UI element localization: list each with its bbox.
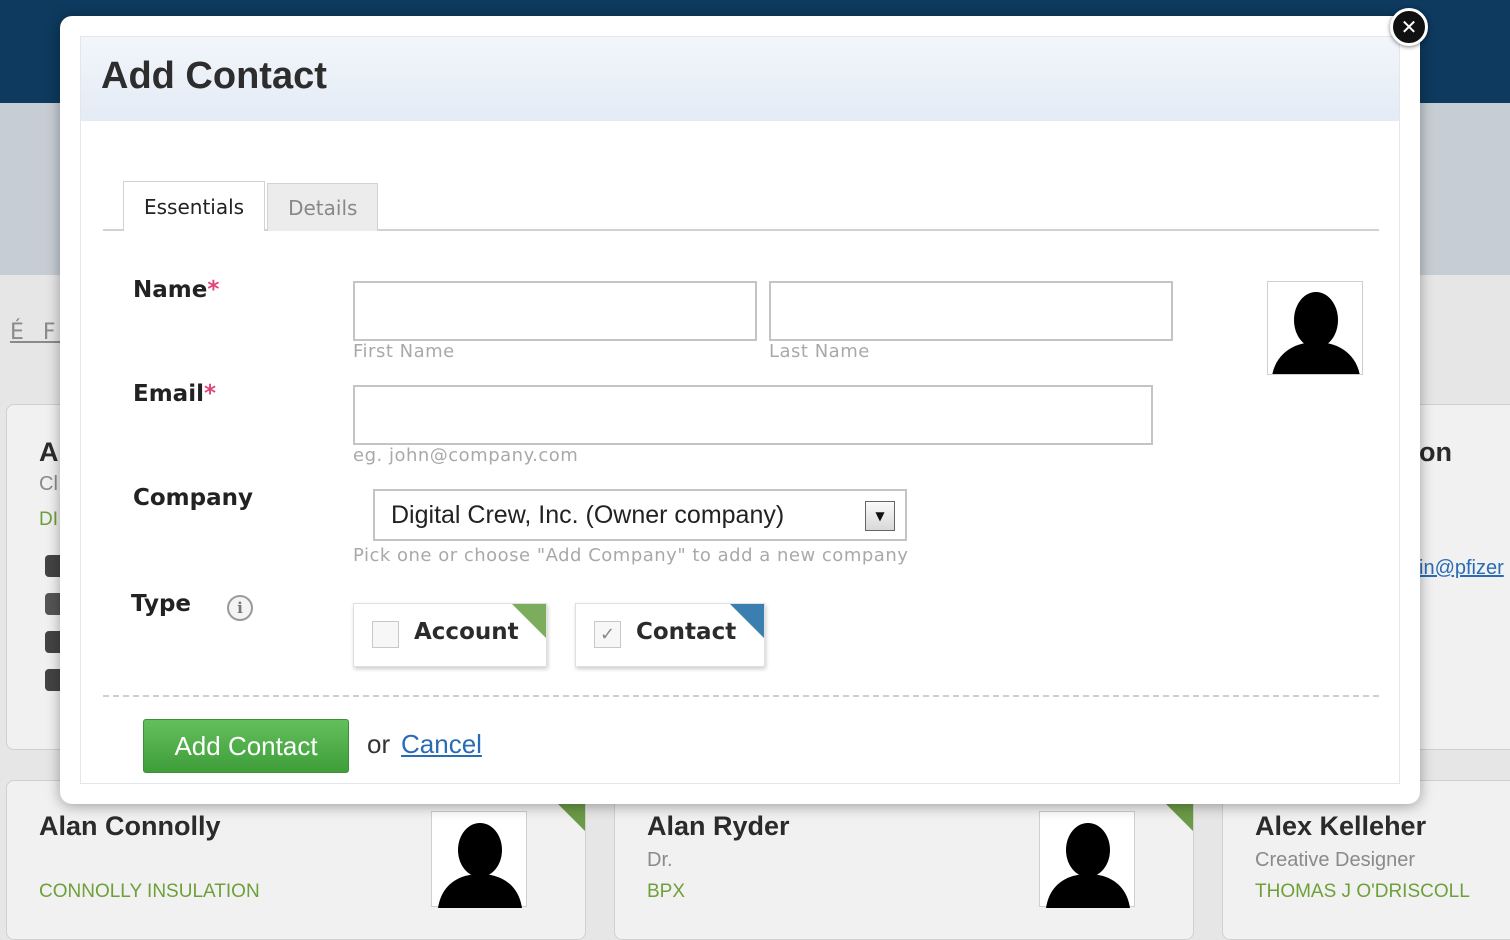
form-divider	[103, 695, 1379, 697]
email-hint: eg. john@company.com	[353, 445, 579, 466]
or-text: or	[367, 729, 391, 759]
contact-company: BPX	[647, 881, 686, 902]
modal-body: Add Contact Essentials Details Name* Fir…	[80, 36, 1400, 784]
account-checkbox[interactable]	[372, 621, 399, 648]
tab-bar: Essentials Details	[123, 181, 379, 231]
avatar	[1039, 811, 1135, 908]
avatar	[431, 811, 527, 908]
contact-photo[interactable]	[1267, 281, 1363, 375]
modal-header: Add Contact	[81, 37, 1399, 121]
account-label: Account	[414, 619, 519, 645]
contact-title: Cl	[39, 473, 58, 495]
company-label: Company	[133, 485, 253, 511]
first-name-hint: First Name	[353, 341, 455, 362]
contact-name: A	[39, 437, 59, 467]
tab-essentials[interactable]: Essentials	[123, 181, 266, 231]
required-marker: *	[207, 277, 220, 303]
contact-name: on	[1419, 437, 1452, 467]
contact-company: DI	[39, 509, 58, 530]
contact-card[interactable]: Alan Connolly CONNOLLY INSULATION	[6, 780, 586, 940]
info-icon[interactable]: i	[227, 595, 253, 621]
contact-title: Dr.	[647, 849, 673, 871]
first-name-input[interactable]	[353, 281, 757, 341]
add-contact-button[interactable]: Add Contact	[143, 719, 349, 773]
type-option-contact[interactable]: ✓ Contact	[575, 603, 765, 667]
close-icon[interactable]: ✕	[1390, 8, 1428, 46]
name-label: Name*	[133, 277, 219, 303]
contact-company: THOMAS J O'DRISCOLL	[1255, 881, 1470, 902]
contact-company: CONNOLLY INSULATION	[39, 881, 260, 902]
person-silhouette-icon	[1272, 292, 1360, 374]
last-name-input[interactable]	[769, 281, 1173, 341]
required-marker: *	[203, 381, 216, 407]
contact-checkbox[interactable]: ✓	[594, 621, 621, 648]
contact-name: Alex Kelleher	[1255, 811, 1427, 841]
chevron-down-icon[interactable]: ▼	[865, 501, 895, 531]
alphabet-nav[interactable]: É F	[10, 320, 62, 345]
contact-card[interactable]: Alan Ryder Dr. BPX	[614, 780, 1194, 940]
email-label: Email*	[133, 381, 216, 407]
email-field[interactable]	[353, 385, 1153, 445]
email-label-text: Email	[133, 381, 204, 407]
company-select[interactable]: Digital Crew, Inc. (Owner company) ▼	[373, 489, 907, 541]
contact-corner-flag	[730, 604, 764, 638]
contact-name: Alan Connolly	[39, 811, 221, 841]
contact-title: Creative Designer	[1255, 849, 1416, 871]
person-silhouette-icon	[438, 823, 522, 908]
modal-title: Add Contact	[101, 55, 327, 97]
cancel-link[interactable]: Cancel	[401, 729, 482, 760]
contact-label: Contact	[636, 619, 737, 645]
add-contact-modal: Add Contact Essentials Details Name* Fir…	[60, 16, 1420, 804]
type-option-account[interactable]: Account	[353, 603, 547, 667]
company-hint: Pick one or choose "Add Company" to add …	[353, 545, 909, 566]
contact-name: Alan Ryder	[647, 811, 790, 841]
contact-email-link[interactable]: in@pfizer	[1419, 557, 1504, 580]
tab-details[interactable]: Details	[267, 183, 379, 231]
type-label: Type	[131, 591, 192, 617]
last-name-hint: Last Name	[769, 341, 870, 362]
contact-card[interactable]: Alex Kelleher Creative Designer THOMAS J…	[1222, 780, 1510, 940]
account-corner-flag	[512, 604, 546, 638]
name-label-text: Name	[133, 277, 208, 303]
company-selected-value: Digital Crew, Inc. (Owner company)	[391, 501, 785, 529]
person-silhouette-icon	[1046, 823, 1130, 908]
